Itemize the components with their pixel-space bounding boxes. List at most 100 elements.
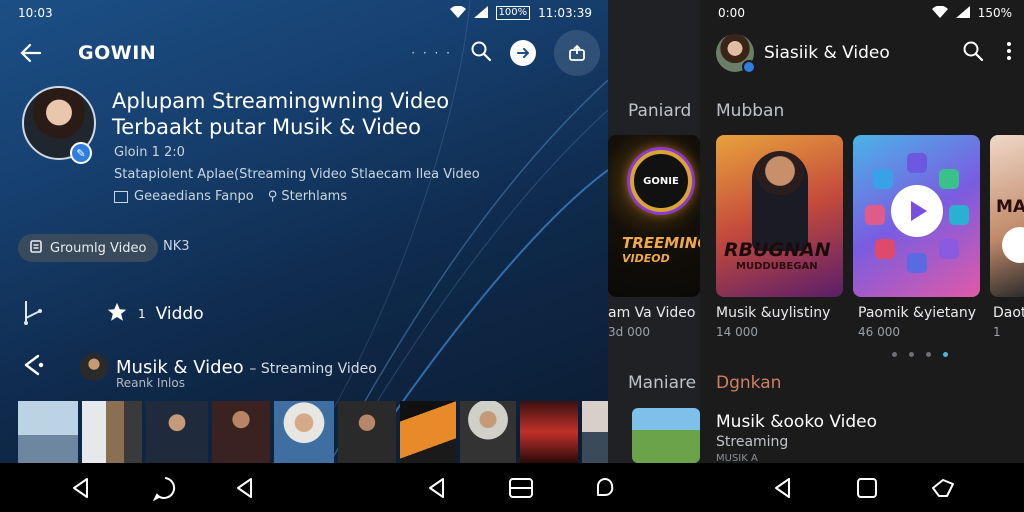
video-thumbnail[interactable] <box>460 401 516 463</box>
app-tile-icon <box>907 153 927 173</box>
video-thumbnail[interactable] <box>582 401 608 463</box>
home-square-icon[interactable] <box>854 475 880 501</box>
back-triangle-icon[interactable] <box>232 475 258 501</box>
channel-avatar[interactable] <box>80 353 108 381</box>
card-subcaption: 3d 000 <box>608 325 650 339</box>
pager-dot[interactable] <box>892 352 897 357</box>
status-time: 0:00 <box>718 6 745 20</box>
video-thumbnail[interactable] <box>274 401 334 463</box>
video-thumbnail[interactable] <box>400 401 456 463</box>
video-thumbnail[interactable] <box>82 401 142 463</box>
meta-item-2[interactable]: ⚲ Sterhlams <box>268 189 347 204</box>
home-circle-icon[interactable] <box>152 475 178 502</box>
search-icon[interactable] <box>962 40 984 66</box>
app-tile-icon <box>865 205 885 225</box>
library-panel: 0:00 150% Siasiik & Video Mubban RBUGNAN… <box>700 0 1024 463</box>
play-icon <box>891 185 943 237</box>
browse-column-partial: Paniard GONIE TREEMING VIDEOD am Va Vide… <box>608 0 700 463</box>
meta-item-1[interactable]: Geeaedians Fanpo <box>114 189 254 204</box>
assistant-icon[interactable] <box>592 475 618 501</box>
video-subtitle-2: MUSIK A <box>716 453 758 463</box>
card-subcaption: 46 000 <box>858 325 900 339</box>
video-title[interactable]: Musik &ooko Video <box>716 412 877 432</box>
thumbnail-strip <box>18 401 608 463</box>
more-dots-icon[interactable]: · · · · <box>411 46 452 60</box>
artist-image <box>752 151 808 251</box>
wifi-icon <box>931 5 948 21</box>
video-card[interactable] <box>853 135 980 297</box>
search-icon[interactable] <box>470 40 492 66</box>
play-icon <box>1002 227 1024 263</box>
category-chip[interactable]: Groumlg Video <box>18 234 159 262</box>
app-tile-icon <box>873 169 893 189</box>
back-triangle-icon[interactable] <box>770 475 796 501</box>
poster-text-line-2: VIDEOD <box>622 252 670 265</box>
section-heading-2: Dgnkan <box>716 373 782 393</box>
card-subtitle-art: MUDDUBEGAN <box>736 261 818 272</box>
card-caption: Daoti <box>993 305 1024 321</box>
app-tile-icon <box>939 169 959 189</box>
section-heading-2: Maniare <box>628 373 697 393</box>
app-tile-icon <box>939 239 959 259</box>
wifi-icon <box>449 5 466 21</box>
card-caption: am Va Video <box>608 305 696 321</box>
forward-button[interactable] <box>510 40 536 66</box>
video-label: Viddo <box>155 304 204 324</box>
channel-row[interactable]: Musik & Video – Streaming Video <box>20 352 598 382</box>
poster-text-line-1: TREEMING <box>622 234 700 252</box>
video-thumbnail[interactable] <box>338 401 396 463</box>
chip-count: NK3 <box>163 239 190 254</box>
back-triangle-icon[interactable] <box>68 475 94 501</box>
card-subcaption: 14 000 <box>716 325 758 339</box>
share-icon[interactable] <box>20 352 46 382</box>
carousel-pager <box>892 352 948 357</box>
back-diamond-icon[interactable] <box>930 475 956 501</box>
document-icon <box>30 239 42 257</box>
rating-video[interactable]: 1 Viddo <box>106 301 204 328</box>
section-heading: Paniard <box>628 101 692 121</box>
poster-text: TREEMING VIDEOD <box>622 236 700 266</box>
meta-row: Geeaedians Fanpo ⚲ Sterhlams <box>114 189 347 204</box>
video-thumbnail[interactable] <box>632 408 700 463</box>
video-card[interactable]: RBUGNAN MUDDUBEGAN <box>716 135 843 297</box>
share-button[interactable] <box>554 30 600 76</box>
back-triangle-icon[interactable] <box>424 475 450 501</box>
video-thumbnail[interactable] <box>18 401 78 463</box>
battery-indicator: 150% <box>977 6 1012 20</box>
system-nav-bar <box>0 463 1024 512</box>
card-caption: Musik &uylistiny <box>716 305 831 321</box>
profile-panel: 10:03 100% 11:03:39 GOWIN · · · · ✎ Aplu… <box>0 0 608 463</box>
pager-dot[interactable] <box>909 352 914 357</box>
video-thumbnail[interactable] <box>146 401 208 463</box>
pager-dot-active[interactable] <box>943 352 948 357</box>
star-count: 1 <box>138 307 146 321</box>
card-title-art: RBUGNAN <box>724 239 831 261</box>
card-subcaption: 1 <box>993 325 1001 339</box>
star-icon <box>106 301 128 328</box>
back-arrow-icon[interactable] <box>18 40 44 66</box>
signal-icon <box>955 5 970 21</box>
more-vert-icon[interactable] <box>1006 41 1012 65</box>
poster-logo: GONIE <box>630 150 692 212</box>
chip-label: Groumlg Video <box>50 240 147 256</box>
avatar[interactable] <box>716 34 756 74</box>
meta-label-1: Geeaedians Fanpo <box>134 189 254 204</box>
verified-badge-icon: ✎ <box>70 142 92 164</box>
video-thumbnail[interactable] <box>520 401 578 463</box>
share-tree-icon[interactable] <box>22 298 44 330</box>
pager-dot[interactable] <box>926 352 931 357</box>
channel-title-suffix: – Streaming Video <box>249 360 377 377</box>
recents-icon[interactable] <box>508 475 534 501</box>
top-app-bar: GOWIN · · · · <box>18 30 600 76</box>
meta-label-2: Sterhlams <box>281 189 348 204</box>
status-time: 10:03 <box>18 6 53 20</box>
box-icon <box>114 190 128 203</box>
app-tile-icon <box>949 205 969 225</box>
app-title: GOWIN <box>78 42 157 64</box>
video-thumbnail[interactable] <box>212 401 270 463</box>
status-bar: 10:03 100% 11:03:39 <box>18 4 592 22</box>
headline-line-2: Terbaakt putar Musik & Video <box>112 115 421 139</box>
video-card[interactable]: MA <box>990 135 1024 297</box>
status-bar: 0:00 150% <box>718 4 1012 22</box>
page-title: Siasiik & Video <box>764 43 890 63</box>
